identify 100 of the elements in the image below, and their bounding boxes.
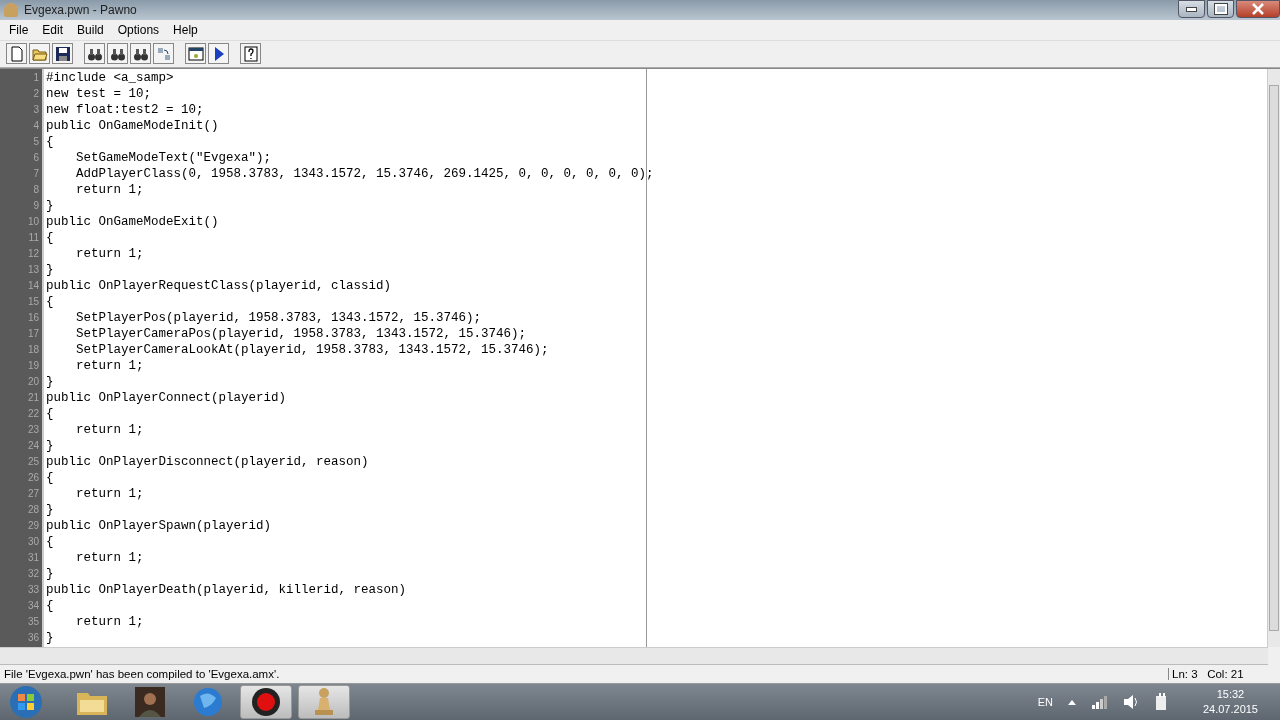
- window-icon: [187, 45, 204, 62]
- menu-item[interactable]: File: [3, 20, 35, 39]
- line-number: 10: [26, 214, 40, 229]
- code-line: }: [46, 565, 54, 582]
- power-icon[interactable]: [1154, 693, 1169, 712]
- code-line: }: [46, 261, 54, 278]
- globe-icon: [192, 686, 224, 719]
- code-line: return 1;: [75, 357, 144, 374]
- line-number: 7: [32, 166, 40, 181]
- line-number: 13: [26, 262, 40, 277]
- play-button[interactable]: [208, 43, 229, 65]
- line-number: 26: [26, 470, 40, 485]
- code-line: {: [46, 469, 54, 486]
- line-number: 2: [32, 86, 40, 101]
- code-line: public OnGameModeExit(): [46, 213, 219, 230]
- horizontal-scrollbar[interactable]: [0, 647, 1268, 666]
- signal-icon[interactable]: [1090, 695, 1109, 710]
- code-line: return 1;: [75, 613, 144, 630]
- line-number: 6: [32, 150, 40, 165]
- line-number: 5: [32, 134, 40, 149]
- code-line: return 1;: [75, 549, 144, 566]
- code-line: public OnPlayerDeath(playerid, killerid, reason): [46, 581, 407, 598]
- code-line: new float:test2 = 10;: [46, 101, 204, 118]
- code-line: {: [46, 405, 54, 422]
- save-button[interactable]: [52, 43, 73, 65]
- pawn-icon: [4, 2, 18, 17]
- avatar-icon: [135, 687, 165, 718]
- close-icon: [1251, 3, 1265, 15]
- line-number: 35: [26, 614, 40, 629]
- code-line: return 1;: [75, 485, 144, 502]
- line-number: 19: [26, 358, 40, 373]
- line-number: 27: [26, 486, 40, 501]
- binoculars-button[interactable]: [130, 43, 151, 65]
- close-button[interactable]: [1236, 0, 1280, 18]
- line-number: 11: [27, 230, 40, 245]
- line-number: 36: [26, 630, 40, 645]
- line-number: 34: [26, 598, 40, 613]
- menu-item[interactable]: Edit: [36, 20, 70, 39]
- code-line: }: [46, 373, 54, 390]
- language-indicator[interactable]: EN: [1037, 696, 1053, 709]
- code-line: public OnPlayerDisconnect(playerid, reason): [46, 453, 369, 470]
- restore-button[interactable]: [1207, 0, 1234, 18]
- clock[interactable]: 15:32 24.07.2015: [1202, 687, 1258, 718]
- code-line: SetPlayerCameraPos(playerid, 1958.3783, 1343.1572, 15.3746);: [75, 325, 527, 342]
- code-line: {: [46, 293, 54, 310]
- minimize-button[interactable]: [1178, 0, 1205, 18]
- window-button[interactable]: [185, 43, 206, 65]
- line-number: 9: [32, 198, 40, 213]
- binoculars-button[interactable]: [84, 43, 105, 65]
- code-line: }: [46, 437, 54, 454]
- line-number: 31: [26, 550, 40, 565]
- line-number: 29: [26, 518, 40, 533]
- line-number: 12: [26, 246, 40, 261]
- menu-item[interactable]: Options: [111, 20, 166, 39]
- code-line: }: [46, 629, 54, 646]
- binoculars-button[interactable]: [107, 43, 128, 65]
- clock-date: 24.07.2015: [1202, 702, 1258, 718]
- line-number: 17: [26, 326, 40, 341]
- code-line: public OnPlayerConnect(playerid): [46, 389, 287, 406]
- code-line: }: [46, 501, 54, 518]
- code-line: AddPlayerClass(0, 1958.3783, 1343.1572, 15.3746, 269.1425, 0, 0, 0, 0, 0, 0);: [75, 165, 654, 182]
- code-line: return 1;: [75, 245, 144, 262]
- code-line: public OnGameModeInit(): [46, 117, 219, 134]
- code-line: #include <a_samp>: [46, 69, 174, 86]
- line-number: 32: [26, 566, 40, 581]
- taskbar-button[interactable]: [240, 685, 292, 720]
- line-number: 21: [26, 390, 40, 405]
- code-line: new test = 10;: [46, 85, 152, 102]
- open-folder-button[interactable]: [29, 43, 50, 65]
- save-icon: [54, 45, 71, 62]
- line-number: 25: [26, 454, 40, 469]
- menu-item[interactable]: Build: [71, 20, 110, 39]
- menu-item[interactable]: Help: [167, 20, 204, 39]
- line-number: 22: [26, 406, 40, 421]
- vertical-scrollbar[interactable]: [1267, 68, 1280, 648]
- line-number: 23: [26, 422, 40, 437]
- clock-time: 15:32: [1216, 687, 1245, 703]
- line-number: 33: [26, 582, 40, 597]
- replace-icon: [155, 45, 172, 62]
- code-line: {: [46, 533, 54, 550]
- new-file-icon: [8, 45, 25, 62]
- code-line: return 1;: [75, 421, 144, 438]
- line-number: 3: [32, 102, 40, 117]
- line-number: 8: [32, 182, 40, 197]
- caret-icon[interactable]: [1066, 698, 1077, 707]
- new-file-button[interactable]: [6, 43, 27, 65]
- line-number: 15: [26, 294, 40, 309]
- line-number: 14: [26, 278, 40, 293]
- line-number: 16: [26, 310, 40, 325]
- status-message: File 'Evgexa.pwn' has been compiled to 'Evgexa.amx'.: [3, 668, 281, 681]
- record-icon: [250, 686, 282, 719]
- code-line: }: [46, 197, 54, 214]
- code-line: SetGameModeText("Evgexa");: [75, 149, 272, 166]
- help-button[interactable]: [240, 43, 261, 65]
- cursor-position: Ln: 3 Col: 21: [1168, 668, 1272, 681]
- code-line: {: [46, 597, 54, 614]
- window-title: Evgexa.pwn - Pawno: [24, 2, 138, 17]
- code-line: SetPlayerPos(playerid, 1958.3783, 1343.1572, 15.3746);: [75, 309, 482, 326]
- line-number: 18: [26, 342, 40, 357]
- line-number: 30: [26, 534, 40, 549]
